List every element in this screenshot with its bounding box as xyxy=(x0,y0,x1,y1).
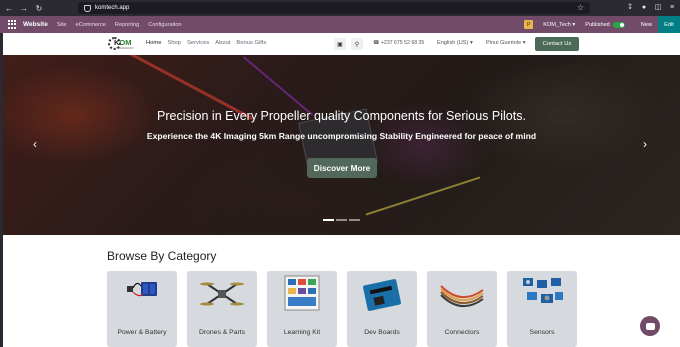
category-card-connectors[interactable]: Connectors xyxy=(427,271,497,347)
drone-icon xyxy=(200,282,244,306)
main-nav: Home Shop Services About Bonus Gifts xyxy=(146,40,266,46)
carousel-dot[interactable] xyxy=(336,219,347,221)
cart-icon[interactable]: ▣ xyxy=(334,38,346,50)
nav-home[interactable]: Home xyxy=(146,40,161,46)
address-bar[interactable]: komtech.app ☆ xyxy=(78,2,590,14)
category-card-sensors[interactable]: Sensors xyxy=(507,271,577,347)
category-card-dev-boards[interactable]: Dev Boards xyxy=(347,271,417,347)
forward-icon[interactable]: → xyxy=(18,2,30,14)
back-icon[interactable]: ← xyxy=(3,2,15,14)
category-label: Drones & Parts xyxy=(198,329,246,336)
category-card-power-battery[interactable]: Power & Battery xyxy=(107,271,177,347)
admin-menu-ecommerce[interactable]: eCommerce xyxy=(75,22,105,28)
shield-icon xyxy=(84,4,91,12)
site-logo[interactable]: KOM TECHNOLOGY xyxy=(108,36,134,52)
website-badge[interactable]: P xyxy=(524,20,534,29)
category-label: Learning Kit xyxy=(283,329,321,336)
kit-box-icon xyxy=(284,275,320,311)
category-label: Dev Boards xyxy=(364,329,400,336)
published-label: Published xyxy=(585,21,610,28)
carousel-dot[interactable] xyxy=(323,219,334,221)
reload-icon[interactable]: ↻ xyxy=(33,2,45,14)
url-text: komtech.app xyxy=(95,5,130,11)
nav-bonus-gifts[interactable]: Bonus Gifts xyxy=(236,40,266,46)
carousel-dot[interactable] xyxy=(349,219,360,221)
chevron-left-icon[interactable]: ‹ xyxy=(33,137,37,151)
search-icon[interactable]: ⚲ xyxy=(351,38,363,50)
hero-carousel: Precision in Every Propeller quality Com… xyxy=(3,55,680,235)
jumper-wires-icon xyxy=(440,285,484,307)
website-admin-bar: Website Site eCommerce Reporting Configu… xyxy=(0,16,680,33)
admin-menu-reporting[interactable]: Reporting xyxy=(115,22,139,28)
browser-toolbar: ← → ↻ komtech.app ☆ ↧ ● ◫ ≡ xyxy=(0,0,680,16)
dev-board-icon xyxy=(363,279,401,311)
category-label: Sensors xyxy=(529,329,555,336)
carousel-indicators xyxy=(323,219,360,221)
published-toggle[interactable] xyxy=(612,21,625,28)
chat-bubble-icon xyxy=(645,322,655,330)
live-chat-button[interactable] xyxy=(640,316,660,336)
phone-number[interactable]: ☎ +237 675 52 68 35 xyxy=(373,40,424,46)
category-label: Power & Battery xyxy=(117,329,167,336)
admin-brand[interactable]: Website xyxy=(23,21,48,28)
bookmark-star-icon[interactable]: ☆ xyxy=(577,3,584,13)
menu-icon[interactable]: ≡ xyxy=(668,2,676,12)
hero-image-detail xyxy=(365,176,481,216)
site-header: KOM TECHNOLOGY Home Shop Services About … xyxy=(3,33,680,55)
admin-menu-site[interactable]: Site xyxy=(57,22,67,28)
hero-image-detail xyxy=(242,56,314,116)
nav-shop[interactable]: Shop xyxy=(167,40,181,46)
nav-services[interactable]: Services xyxy=(187,40,209,46)
nav-about[interactable]: About xyxy=(215,40,230,46)
admin-menu-configuration[interactable]: Configuration xyxy=(148,22,181,28)
category-card-drones-parts[interactable]: Drones & Parts xyxy=(187,271,257,347)
category-title: Browse By Category xyxy=(107,249,217,263)
contact-us-button[interactable]: Contact Us xyxy=(535,37,579,51)
website-switcher[interactable]: KOM_Tech ▾ xyxy=(543,22,575,28)
new-button[interactable]: New xyxy=(635,16,658,33)
chevron-right-icon[interactable]: › xyxy=(643,137,647,151)
account-icon[interactable]: ● xyxy=(640,2,648,12)
category-label: Connectors xyxy=(444,329,480,336)
download-icon[interactable]: ↧ xyxy=(626,2,634,12)
language-selector[interactable]: English (US) ▾ xyxy=(437,40,473,46)
hero-headline: Precision in Every Propeller quality Com… xyxy=(157,109,526,123)
category-card-learning-kit[interactable]: Learning Kit xyxy=(267,271,337,347)
edit-button[interactable]: Edit xyxy=(658,16,680,33)
category-section: Browse By Category Power & Battery Drone… xyxy=(3,235,680,347)
user-menu[interactable]: Pinui Gueriole ▾ xyxy=(486,40,526,46)
battery-icon xyxy=(127,282,157,297)
extensions-icon[interactable]: ◫ xyxy=(654,2,662,12)
sensors-icon xyxy=(523,278,563,303)
hero-subline: Experience the 4K Imaging 5km Range unco… xyxy=(146,131,537,141)
discover-more-button[interactable]: Discover More xyxy=(307,158,377,178)
apps-grid-icon[interactable] xyxy=(8,19,18,30)
